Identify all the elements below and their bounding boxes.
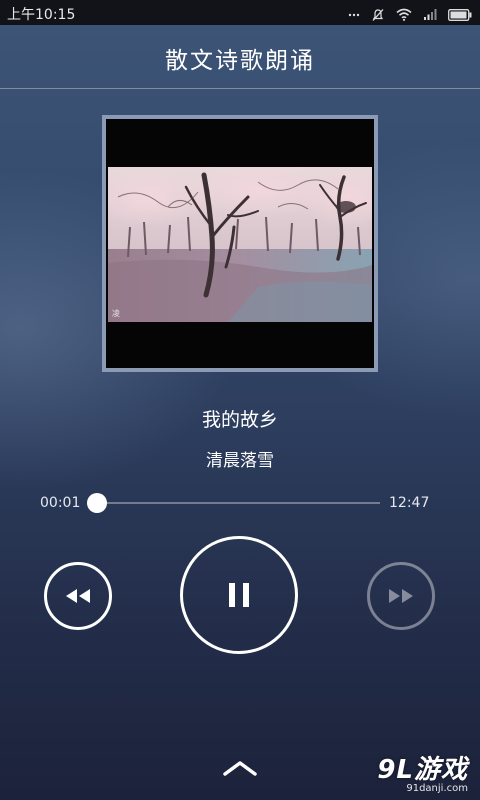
signal-bars-icon: [423, 9, 437, 20]
time-elapsed: 00:01: [40, 495, 81, 511]
rewind-icon: [66, 589, 90, 603]
progress-bar[interactable]: [97, 502, 380, 504]
pause-icon: [229, 583, 249, 607]
battery-icon: [448, 8, 472, 21]
album-watermark: 凌: [112, 309, 120, 318]
wifi-icon: [396, 8, 412, 21]
fast-forward-button[interactable]: [367, 562, 435, 630]
signal-icon: [348, 13, 359, 16]
artist-name: 清晨落雪: [206, 451, 274, 471]
page-title: 散文诗歌朗诵: [165, 48, 315, 74]
fast-forward-icon: [389, 589, 413, 603]
status-bar: 上午10:15: [0, 0, 480, 25]
silent-icon: [372, 8, 384, 21]
time-total: 12:47: [389, 495, 430, 511]
expand-playlist-button[interactable]: [220, 755, 260, 781]
site-logo-text: 9L游戏: [377, 755, 468, 785]
song-title: 我的故乡: [201, 409, 278, 431]
rewind-button[interactable]: [44, 562, 112, 630]
album-art: 凌: [102, 115, 378, 372]
orchard-illustration: [108, 167, 372, 322]
site-logo: 9L游戏 91danji.com: [377, 749, 468, 794]
pause-button[interactable]: [180, 536, 298, 654]
progress-thumb[interactable]: [87, 493, 108, 513]
chevron-up-icon: [223, 761, 257, 776]
header-divider: [0, 88, 480, 89]
album-photo: 凌: [108, 167, 372, 322]
status-time: 上午10:15: [7, 7, 76, 23]
header: 散文诗歌朗诵: [0, 25, 480, 88]
status-icons: [342, 4, 472, 21]
